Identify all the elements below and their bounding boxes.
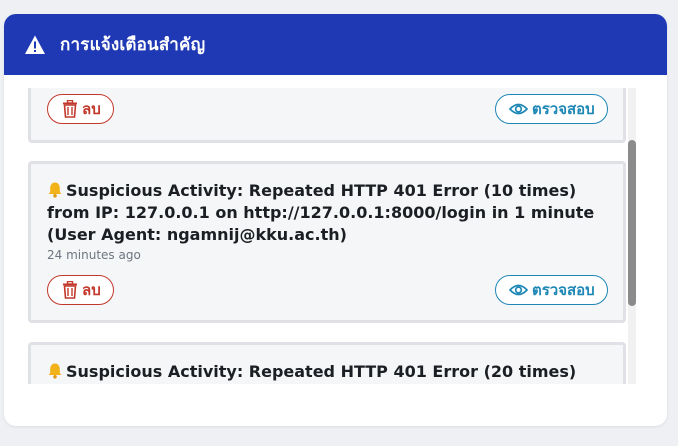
alert-message: Suspicious Activity: Repeated HTTP 401 E… [47, 180, 607, 246]
alert-card: Suspicious Activity: Repeated HTTP 401 E… [28, 342, 626, 384]
alert-message-text: Suspicious Activity: Repeated HTTP 401 E… [66, 362, 577, 381]
inspect-label: ตรวจสอบ [532, 281, 595, 299]
warning-icon [24, 34, 46, 56]
bell-icon [47, 181, 63, 198]
alert-time: 24 minutes ago [47, 248, 141, 262]
inspect-button[interactable]: ตรวจสอบ [495, 94, 608, 124]
alert-card: ลบ ตรวจสอบ [28, 88, 626, 143]
inspect-button[interactable]: ตรวจสอบ [495, 275, 608, 305]
alert-card: Suspicious Activity: Repeated HTTP 401 E… [28, 161, 626, 323]
delete-button[interactable]: ลบ [47, 94, 114, 124]
inspect-label: ตรวจสอบ [532, 100, 595, 118]
delete-label: ลบ [82, 100, 101, 118]
trash-icon [62, 100, 78, 118]
delete-button[interactable]: ลบ [47, 275, 114, 305]
panel-title: การแจ้งเตือนสำคัญ [60, 35, 206, 55]
panel-header: การแจ้งเตือนสำคัญ [4, 14, 667, 75]
trash-icon [62, 281, 78, 299]
alerts-list[interactable]: ลบ ตรวจสอบ Suspicious Activity: Repeated… [28, 88, 636, 384]
delete-label: ลบ [82, 281, 101, 299]
eye-icon [509, 102, 528, 116]
bell-icon [47, 362, 63, 379]
scrollbar-thumb[interactable] [628, 140, 636, 306]
eye-icon [509, 283, 528, 297]
alert-message: Suspicious Activity: Repeated HTTP 401 E… [47, 361, 607, 384]
alert-message-text: Suspicious Activity: Repeated HTTP 401 E… [47, 181, 595, 244]
